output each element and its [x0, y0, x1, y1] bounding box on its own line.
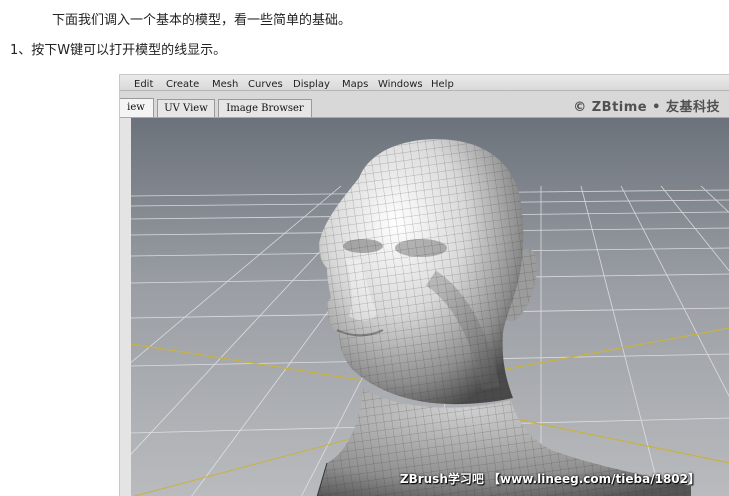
- viewport-scene: [131, 118, 729, 496]
- step-one-paragraph: 1、按下W键可以打开模型的线显示。: [10, 43, 227, 58]
- menu-item-mesh[interactable]: Mesh: [212, 79, 238, 90]
- view-tabbar: iew UV View Image Browser © ZBtime • 友基科…: [120, 91, 729, 118]
- zbrush-tieba-watermark: ZBrush学习吧 【www.lineeg.com/tieba/1802】: [399, 472, 700, 486]
- app-menubar: Edit Create Mesh Curves Display Maps Win…: [120, 75, 729, 91]
- tab-image-browser[interactable]: Image Browser: [218, 99, 312, 117]
- intro-paragraph: 下面我们调入一个基本的模型，看一些简单的基础。: [52, 13, 352, 28]
- menu-item-windows[interactable]: Windows: [378, 79, 423, 90]
- tab-uv-view[interactable]: UV View: [157, 99, 215, 117]
- menu-item-maps[interactable]: Maps: [342, 79, 368, 90]
- tab-3d-view[interactable]: iew: [120, 98, 154, 117]
- menu-item-create[interactable]: Create: [166, 79, 199, 90]
- menu-item-help[interactable]: Help: [431, 79, 454, 90]
- article-page: 下面我们调入一个基本的模型，看一些简单的基础。 1、按下W键可以打开模型的线显示…: [0, 0, 729, 496]
- mudbox-screenshot: Edit Create Mesh Curves Display Maps Win…: [119, 74, 729, 496]
- menu-item-display[interactable]: Display: [293, 79, 330, 90]
- menu-item-edit[interactable]: Edit: [134, 79, 153, 90]
- zbtime-watermark: © ZBtime • 友基科技: [573, 100, 720, 115]
- 3d-viewport[interactable]: ZBrush学习吧 【www.lineeg.com/tieba/1802】: [131, 118, 729, 496]
- menu-item-curves[interactable]: Curves: [248, 79, 283, 90]
